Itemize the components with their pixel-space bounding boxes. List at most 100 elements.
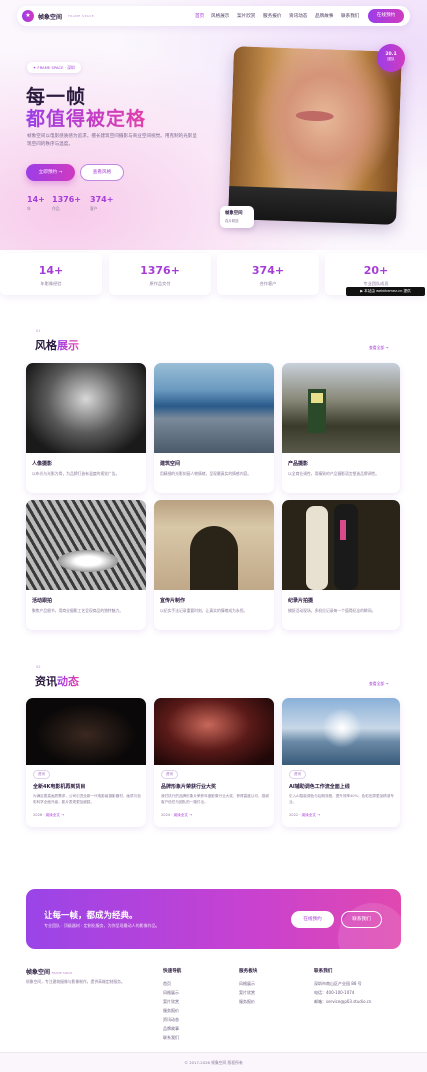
cta-title: 让每一帧，都成为经典。 [44,911,138,921]
style-title: 活动跟拍 [32,598,53,604]
style-image [154,500,274,590]
news-card[interactable]: 资讯 品牌形象片荣获行业大奖 我们执行的品牌形象片荣获年度影像行业大奖，获得高度… [154,698,274,827]
nav-news[interactable]: 资讯动态 [289,13,307,19]
style-title: 建筑空间 [160,461,181,467]
header-cta-button[interactable]: 在线预约 [368,9,404,23]
style-image [26,500,146,590]
hero-pill: ✦ FRAME SPACE · 深圳 [27,62,81,73]
style-image [282,500,400,590]
news-description: 为满足更高画质需求，公司引进全新一代电影级摄影器材，画质与色彩科学全面升级，影片… [33,794,141,804]
footer-phone: 电话：400-100-1074 [314,990,355,995]
stat-card: 374+ 合作客户 [217,253,319,295]
news-image [154,698,274,765]
hero-badge: 20.1 团队 [377,44,405,72]
style-description: 以布光与光影为骨，为品牌打造有温度的视觉广告。 [32,471,120,476]
style-title: 产品摄影 [288,461,309,467]
styles-more-link[interactable]: 查看全部 → [369,345,389,351]
footer-contact-heading: 联系我们 [314,969,333,974]
footer-link[interactable]: 风格展示 [163,990,179,996]
style-card-documentary[interactable]: 纪录片拍摄 捕捉活动现场，多机位记录每一个值得纪念的瞬间。 [282,500,400,630]
style-description: 以纪实手法记录重要时刻，让真实的情绪成为永恒。 [160,608,248,613]
cta-booking-button[interactable]: 在线预约 [291,911,334,928]
nav-contact[interactable]: 联系我们 [341,13,359,19]
news-meta: 2024 · 阅读全文 → [161,813,193,817]
hero-photo [228,46,402,225]
footer-link[interactable]: 联系我们 [163,1035,179,1041]
news-more-link[interactable]: 查看全部 → [369,681,389,687]
cta-banner: 让每一帧，都成为经典。 专业团队 · 顶级器材 · 定制化服务，为你呈现最动人的… [26,889,401,949]
style-title: 宣传片制作 [160,598,186,604]
logo-icon[interactable]: ★ [22,10,34,22]
styles-section-index: 01 [36,329,41,333]
footer-link[interactable]: 首页 [163,981,171,987]
news-meta: 2026 · 阅读全文 → [33,813,65,817]
news-section-title: 资讯动态 [35,675,79,688]
nav-gallery[interactable]: 案片欣赏 [237,13,255,19]
footer-link[interactable]: 风格展示 [239,981,255,987]
news-title: AI辅助调色工作流全面上线 [289,784,350,790]
news-title: 全新4K电影机再到货目 [33,784,86,790]
watermark-badge[interactable]: ▶ 本站由 webthemez.cn 提供 [346,287,425,296]
news-image [282,698,400,765]
hero-stat: 374+ 客户 [90,195,114,211]
footer-logo: 帧象空间 FRAME SPACE [26,969,73,976]
nav-pricing[interactable]: 服务报价 [263,13,281,19]
footer-link[interactable]: 服务报价 [163,1008,179,1014]
cta-contact-button[interactable]: 联系我们 [341,911,382,928]
style-card-promo-film[interactable]: 宣传片制作 以纪实手法记录重要时刻，让真实的情绪成为永恒。 [154,500,274,630]
style-description: 聚焦产品细节，用商业摄影工艺呈现商品的独特魅力。 [32,608,124,613]
news-card[interactable]: 资讯 AI辅助调色工作流全面上线 引入AI智能调色与后期流程，提升效率40%，色… [282,698,400,827]
style-title: 人像摄影 [32,461,53,467]
hero-photo-label: 帧象空间 真片精选 [220,206,254,228]
footer-link[interactable]: 服务报价 [239,999,255,1005]
news-card[interactable]: 资讯 全新4K电影机再到货目 为满足更高画质需求，公司引进全新一代电影级摄影器材… [26,698,146,827]
news-tag: 资讯 [289,770,307,779]
styles-section-title: 风格展示 [35,339,79,352]
style-card-portrait[interactable]: 人像摄影 以布光与光影为骨，为品牌打造有温度的视觉广告。 [26,363,146,493]
read-more-link[interactable]: 阅读全文 → [302,813,321,817]
read-more-link[interactable]: 阅读全文 → [174,813,193,817]
copyright: © 2017-2026 帧象空间 版权所有 [184,1060,243,1065]
read-more-link[interactable]: 阅读全文 → [46,813,65,817]
nav-styles[interactable]: 风格展示 [211,13,229,19]
hero-description: 帧象空间以电影感质感为追求，擅长建筑空间摄影与商业空间视觉。用克制的光影呈现空间… [27,134,197,147]
news-meta: 2022 · 阅读全文 → [289,813,321,817]
footer-address: 深圳市南山区产业园 88 号 [314,981,362,986]
footer-about: 帧象空间，专注建筑摄像与影像制作，提供高端定制服务。 [26,979,125,984]
logo-text[interactable]: 帧象空间 [38,12,62,21]
stat-card: 1376+ 原作品交付 [109,253,211,295]
news-tag: 资讯 [33,770,51,779]
news-tag: 资讯 [161,770,179,779]
style-title: 纪录片拍摄 [288,598,314,604]
hero-secondary-button[interactable]: 查看风格 [80,164,124,181]
header: ★ 帧象空间 FRAME SPACE 首页 风格展示 案片欣赏 服务报价 资讯动… [17,6,410,26]
news-image [26,698,146,765]
footer-link[interactable]: 案片欣赏 [239,990,255,996]
nav-home[interactable]: 首页 [195,13,204,19]
cta-description: 专业团队 · 顶级器材 · 定制化服务，为你呈现最动人的影像作品。 [44,923,160,928]
style-image [154,363,274,453]
footer-link[interactable]: 资讯动态 [163,1017,179,1023]
hero-stat: 14+ 年 [27,195,45,211]
logo-sub: FRAME SPACE [68,14,95,18]
hero-stat: 1376+ 作品 [52,195,81,211]
stat-card: 14+ 年影像经验 [0,253,102,295]
nav-brand[interactable]: 品牌故事 [315,13,333,19]
hero-primary-button[interactable]: 立即预约 → [26,164,75,181]
footer-services-heading: 服务板块 [239,969,258,974]
style-description: 以全商业调性，用精致的产品摄影语言塑造品牌调性。 [288,471,380,476]
news-title: 品牌形象片荣获行业大奖 [161,784,217,790]
footer-link[interactable]: 案片欣赏 [163,999,179,1005]
style-card-product[interactable]: 产品摄影 以全商业调性，用精致的产品摄影语言塑造品牌调性。 [282,363,400,493]
style-image [282,363,400,453]
footer-link[interactable]: 品牌故事 [163,1026,179,1032]
style-description: 捕捉活动现场，多机位记录每一个值得纪念的瞬间。 [288,608,376,613]
news-description: 我们执行的品牌形象片荣获年度影像行业大奖，获得高度认可，感谢客户信任与团队的一路… [161,794,269,804]
style-description: 用精细的光影刻画人物情绪，呈现最真实的情感内容。 [160,471,252,476]
style-card-event[interactable]: 活动跟拍 聚焦产品细节，用商业摄影工艺呈现商品的独特魅力。 [26,500,146,630]
news-description: 引入AI智能调色与后期流程，提升效率40%，色彩还原更加精准专业。 [289,794,394,804]
footer-email[interactable]: 邮箱：service@p03.studio.cn [314,999,371,1005]
hero-photo-lips [295,110,334,122]
style-card-architecture[interactable]: 建筑空间 用精细的光影刻画人物情绪，呈现最真实的情感内容。 [154,363,274,493]
footer-nav-heading: 快速导航 [163,969,182,974]
